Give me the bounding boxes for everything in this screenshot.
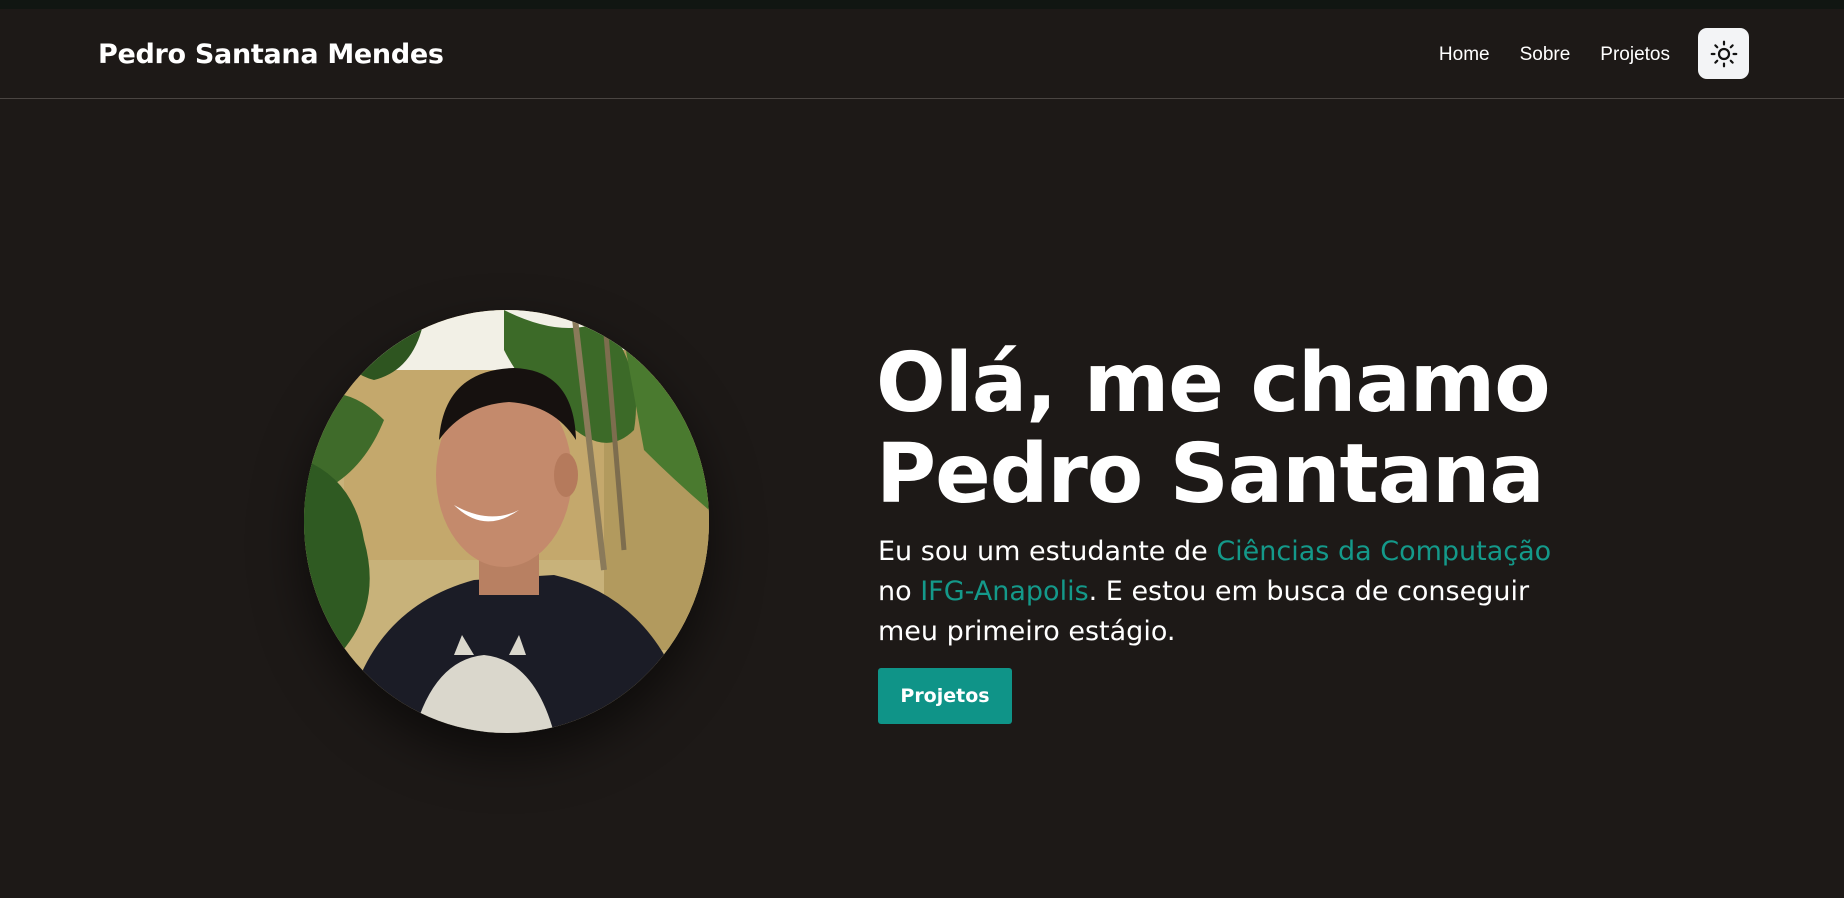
- site-brand[interactable]: Pedro Santana Mendes: [98, 39, 444, 70]
- intro-text-2: no: [878, 576, 921, 607]
- hero-intro: Eu sou um estudante de Ciências da Compu…: [878, 532, 1578, 652]
- nav-projetos-link[interactable]: Projetos: [1600, 44, 1670, 66]
- site-header: Pedro Santana Mendes Home Sobre Projetos: [0, 9, 1844, 99]
- projetos-button[interactable]: Projetos: [878, 668, 1012, 724]
- profile-photo: [304, 310, 709, 733]
- hero-headline-line1: Olá, me chamo: [876, 336, 1551, 431]
- nav-sobre-link[interactable]: Sobre: [1520, 44, 1571, 66]
- sun-icon: [1710, 40, 1737, 67]
- main-nav: Home Sobre Projetos: [1439, 44, 1670, 66]
- intro-highlight-course: Ciências da Computação: [1216, 536, 1552, 567]
- hero-headline-line2: Pedro Santana: [876, 427, 1545, 522]
- intro-highlight-institution: IFG-Anapolis: [920, 576, 1089, 607]
- intro-text-1: Eu sou um estudante de: [878, 536, 1217, 567]
- hero-headline: Olá, me chamo Pedro Santana: [876, 336, 1551, 522]
- theme-toggle-button[interactable]: [1698, 28, 1749, 79]
- nav-home-link[interactable]: Home: [1439, 44, 1490, 66]
- top-strip: [0, 0, 1844, 9]
